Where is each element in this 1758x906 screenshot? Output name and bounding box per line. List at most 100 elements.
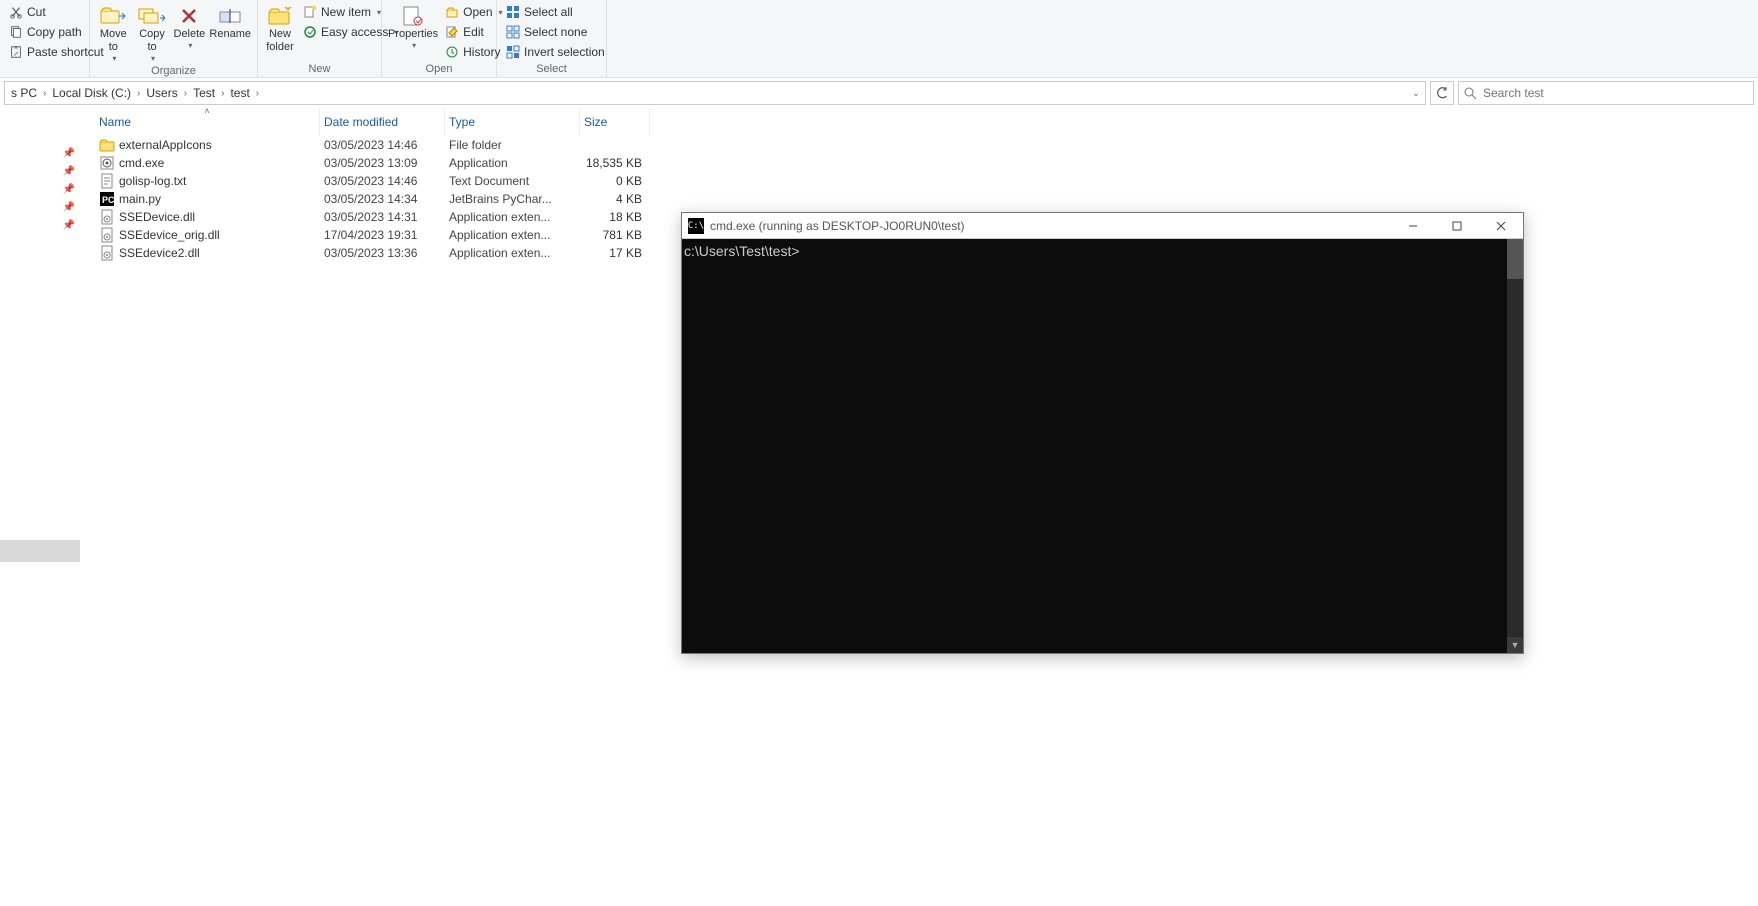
search-box[interactable] — [1458, 81, 1754, 105]
file-name-cell: SSEDevice.dll — [95, 209, 320, 225]
delete-label: Delete — [174, 28, 206, 41]
delete-button[interactable]: Delete▾ — [173, 2, 205, 51]
column-size[interactable]: Size — [580, 108, 650, 136]
file-date-cell: 03/05/2023 13:09 — [320, 156, 445, 170]
breadcrumb[interactable]: s PC› Local Disk (C:)› Users› Test› test… — [4, 81, 1426, 105]
file-name-text: SSEdevice_orig.dll — [119, 228, 220, 242]
quick-access-pin-column: 📌 📌 📌 📌 📌 — [0, 108, 85, 234]
chevron-right-icon: › — [180, 88, 191, 99]
move-to-label: Move to — [100, 28, 127, 54]
new-item-label: New item — [321, 5, 371, 19]
breadcrumb-item[interactable]: test — [228, 86, 251, 100]
file-row[interactable]: golisp-log.txt03/05/2023 14:46Text Docum… — [95, 172, 1758, 190]
column-type[interactable]: Type — [445, 108, 580, 136]
chevron-right-icon: › — [252, 88, 263, 99]
breadcrumb-item[interactable]: Local Disk (C:) — [50, 86, 133, 100]
column-type-label: Type — [449, 115, 475, 129]
select-none-label: Select none — [524, 25, 587, 39]
copy-to-label: Copy to — [139, 28, 165, 54]
search-icon — [1463, 86, 1477, 100]
select-none-button[interactable]: Select none — [503, 22, 608, 42]
new-folder-button[interactable]: New folder — [264, 2, 296, 54]
column-date[interactable]: Date modified — [320, 108, 445, 136]
column-size-label: Size — [584, 115, 607, 129]
column-headers: ˄ Name Date modified Type Size — [95, 108, 1758, 136]
breadcrumb-item[interactable]: s PC — [9, 86, 39, 100]
file-size-cell: 17 KB — [580, 246, 650, 260]
properties-button[interactable]: Properties▾ — [388, 2, 438, 51]
file-name-cell: SSEdevice_orig.dll — [95, 227, 320, 243]
open-group-caption: Open — [388, 62, 490, 75]
scroll-thumb[interactable] — [1507, 239, 1523, 279]
easy-access-icon — [303, 25, 317, 39]
file-name-cell: externalAppIcons — [95, 137, 320, 153]
cmd-scrollbar[interactable]: ▲ ▼ — [1507, 239, 1523, 653]
file-row[interactable]: PCmain.py03/05/2023 14:34JetBrains PyCha… — [95, 190, 1758, 208]
ribbon-group-open: Properties▾ Open▾ Edit — [382, 0, 497, 77]
file-date-cell: 17/04/2023 19:31 — [320, 228, 445, 242]
file-type-cell: Application exten... — [445, 228, 580, 242]
open-label: Open — [463, 5, 492, 19]
file-size-cell: 4 KB — [580, 192, 650, 206]
copy-to-icon — [136, 4, 168, 28]
breadcrumb-item[interactable]: Test — [191, 86, 217, 100]
dll-icon — [99, 245, 115, 261]
address-history-dropdown[interactable]: ⌄ — [1407, 82, 1425, 104]
history-button[interactable]: History — [442, 42, 505, 62]
invert-selection-button[interactable]: Invert selection — [503, 42, 608, 62]
chevron-right-icon: › — [133, 88, 144, 99]
close-button[interactable] — [1479, 213, 1523, 239]
file-type-cell: Application — [445, 156, 580, 170]
edit-icon — [445, 25, 459, 39]
rename-button[interactable]: Rename — [209, 2, 251, 41]
file-date-cell: 03/05/2023 14:31 — [320, 210, 445, 224]
move-to-button[interactable]: Move to▾ — [96, 2, 131, 64]
invert-selection-icon — [506, 45, 520, 59]
ribbon: Cut Copy path Paste shortcut — [0, 0, 1758, 78]
cut-label: Cut — [27, 5, 46, 19]
select-all-button[interactable]: Select all — [503, 2, 608, 22]
file-size-cell: 0 KB — [580, 174, 650, 188]
file-name-text: golisp-log.txt — [119, 174, 186, 188]
file-row[interactable]: externalAppIcons03/05/2023 14:46File fol… — [95, 136, 1758, 154]
scroll-down-icon[interactable]: ▼ — [1507, 637, 1523, 653]
ribbon-group-select: Select all Select none Invert selection … — [497, 0, 607, 77]
edit-button[interactable]: Edit — [442, 22, 505, 42]
easy-access-label: Easy access — [321, 25, 388, 39]
tree-selection-highlight — [0, 540, 80, 562]
maximize-button[interactable] — [1435, 213, 1479, 239]
copy-to-button[interactable]: Copy to▾ — [135, 2, 170, 64]
pin-icon: 📌 — [0, 144, 85, 162]
file-size-cell: 18 KB — [580, 210, 650, 224]
move-to-icon — [97, 4, 129, 28]
select-none-icon — [506, 25, 520, 39]
new-folder-icon — [264, 4, 296, 28]
refresh-button[interactable] — [1430, 81, 1454, 105]
pin-icon: 📌 — [0, 162, 85, 180]
search-input[interactable] — [1483, 86, 1749, 100]
file-type-cell: Application exten... — [445, 210, 580, 224]
file-name-text: externalAppIcons — [119, 138, 212, 152]
new-item-icon — [303, 5, 317, 19]
paste-shortcut-icon — [9, 45, 23, 59]
minimize-button[interactable] — [1391, 213, 1435, 239]
column-name-label: Name — [99, 115, 131, 129]
pc-icon: PC — [99, 191, 115, 207]
file-date-cell: 03/05/2023 13:36 — [320, 246, 445, 260]
open-button[interactable]: Open▾ — [442, 2, 505, 22]
file-row[interactable]: cmd.exe03/05/2023 13:09Application18,535… — [95, 154, 1758, 172]
cmd-window[interactable]: C:\ cmd.exe (running as DESKTOP-JO0RUN0\… — [681, 212, 1524, 654]
file-size-cell: 781 KB — [580, 228, 650, 242]
file-name-cell: cmd.exe — [95, 155, 320, 171]
cmd-terminal[interactable]: c:\Users\Test\test> ▲ ▼ — [682, 239, 1523, 653]
cmd-titlebar[interactable]: C:\ cmd.exe (running as DESKTOP-JO0RUN0\… — [682, 213, 1523, 239]
file-type-cell: Application exten... — [445, 246, 580, 260]
column-name[interactable]: ˄ Name — [95, 108, 320, 136]
svg-text:PC: PC — [102, 195, 115, 205]
pin-icon: 📌 — [0, 216, 85, 234]
breadcrumb-item[interactable]: Users — [144, 86, 179, 100]
edit-label: Edit — [463, 25, 484, 39]
file-type-cell: File folder — [445, 138, 580, 152]
file-size-cell: 18,535 KB — [580, 156, 650, 170]
dll-icon — [99, 209, 115, 225]
